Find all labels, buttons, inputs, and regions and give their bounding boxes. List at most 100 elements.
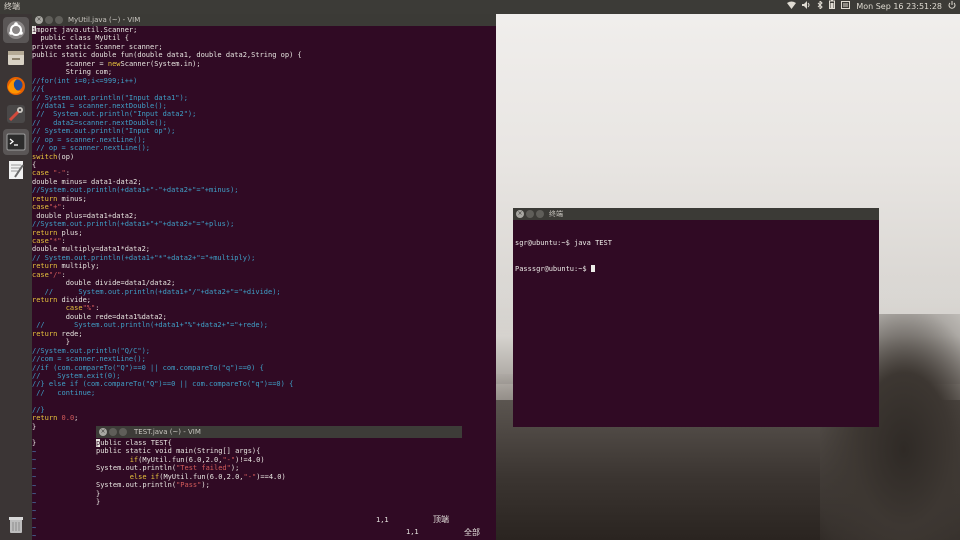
terminal-icon[interactable] bbox=[3, 129, 29, 155]
maximize-button[interactable] bbox=[119, 428, 127, 436]
files-icon[interactable] bbox=[3, 45, 29, 71]
code-line: // System.out.println("Input data1"); bbox=[32, 93, 188, 102]
code-line: double rede=data1%data2; bbox=[32, 312, 167, 321]
code-line: //System.out.println(+data1+"-"+data2+"=… bbox=[32, 186, 239, 195]
close-button[interactable]: × bbox=[35, 16, 43, 24]
volume-icon[interactable] bbox=[802, 0, 811, 14]
terminal-line: sgr@ubuntu:~$ java TEST bbox=[515, 239, 612, 248]
code-line: } bbox=[96, 498, 101, 507]
text-editor-icon[interactable] bbox=[3, 157, 29, 183]
trash-icon[interactable] bbox=[3, 511, 29, 537]
ubuntu-dash-icon[interactable] bbox=[3, 17, 29, 43]
code-line: } bbox=[96, 489, 101, 498]
code-line: public class TEST{ bbox=[96, 439, 172, 447]
terminal-cursor bbox=[590, 264, 595, 272]
terminal-output[interactable]: sgr@ubuntu:~$ java TEST Passsgr@ubuntu:~… bbox=[515, 222, 612, 290]
battery-icon[interactable] bbox=[829, 0, 836, 14]
settings-icon[interactable] bbox=[3, 101, 29, 127]
vim-buffer-test[interactable]: public class TEST{public static void mai… bbox=[96, 439, 286, 507]
code-line: // System.out.println("Input data2"); bbox=[32, 110, 197, 119]
vim-window-myutil-titlebar[interactable]: × MyUtil.java (~) - VIM bbox=[32, 14, 496, 26]
vim-window-test[interactable]: × TEST.java (~) - VIM public class TEST{… bbox=[96, 426, 462, 529]
cursor-position: 1,1 bbox=[376, 516, 389, 524]
terminal-window[interactable]: × 终端 sgr@ubuntu:~$ java TEST Passsgr@ubu… bbox=[513, 208, 879, 427]
close-button[interactable]: × bbox=[516, 210, 524, 218]
code-line: return 0.0; bbox=[32, 414, 79, 423]
code-line: //{ bbox=[32, 85, 45, 94]
code-line: double plus=data1+data2; bbox=[32, 211, 138, 220]
code-line: scanner = newScanner(System.in); bbox=[32, 59, 201, 68]
code-line: public static double fun(double data1, d… bbox=[32, 51, 302, 60]
code-line: // System.out.println(+data1+"%"+data2+"… bbox=[32, 321, 269, 330]
code-line: private static Scanner scanner; bbox=[32, 42, 163, 51]
code-line: case "-": bbox=[32, 169, 70, 178]
input-method-icon[interactable] bbox=[841, 0, 851, 14]
code-line: // data2=scanner.nextDouble(); bbox=[32, 118, 167, 127]
code-line: else if(MyUtil.fun(6.0,2.0,"-")==4.0) bbox=[129, 472, 286, 481]
code-line: //System.out.println(+data1+"+"+data2+"=… bbox=[32, 220, 235, 229]
code-line: { bbox=[32, 161, 37, 169]
code-line: //} else if (com.compareTo("Q")==0 || co… bbox=[32, 380, 294, 389]
code-line: case"/": bbox=[32, 270, 66, 279]
scroll-indicator: 顶端 bbox=[433, 515, 449, 524]
code-line: public static void main(String[] args){ bbox=[96, 447, 261, 456]
code-line: switch(op) bbox=[32, 152, 75, 161]
code-line: case"*": bbox=[32, 236, 66, 245]
network-icon[interactable] bbox=[787, 0, 797, 14]
code-line: case"+": bbox=[32, 203, 66, 212]
code-line: //System.out.println("Q/C"); bbox=[32, 346, 151, 355]
vim-window-test-titlebar[interactable]: × TEST.java (~) - VIM bbox=[96, 426, 462, 438]
window-title: 终端 bbox=[549, 210, 563, 218]
code-line: // System.out.println(+data1+"*"+data2+"… bbox=[32, 253, 256, 262]
code-line: return divide; bbox=[32, 296, 92, 304]
code-line: double divide=data1/data2; bbox=[32, 279, 176, 288]
code-line: import java.util.Scanner; bbox=[32, 26, 138, 34]
code-line: return plus; bbox=[32, 228, 83, 237]
code-line: return rede; bbox=[32, 329, 83, 338]
cursor-position: 1,1 bbox=[406, 528, 419, 536]
active-app-title: 终端 bbox=[4, 2, 20, 11]
code-line: //data1 = scanner.nextDouble(); bbox=[32, 101, 167, 110]
code-line: // System.out.println("Input op"); bbox=[32, 127, 176, 136]
code-line: return multiply; bbox=[32, 262, 100, 271]
system-indicators: Mon Sep 16 23:51:28 bbox=[787, 0, 956, 14]
code-line: // continue; bbox=[32, 388, 96, 397]
power-icon[interactable] bbox=[948, 0, 956, 14]
datetime[interactable]: Mon Sep 16 23:51:28 bbox=[856, 0, 942, 14]
code-line: // System.out.println(+data1+"/"+data2+"… bbox=[32, 287, 281, 296]
code-line: return minus; bbox=[32, 194, 87, 203]
code-line: case"%": bbox=[65, 304, 100, 313]
minimize-button[interactable] bbox=[109, 428, 117, 436]
code-line: //com = scanner.nextLine(); bbox=[32, 355, 146, 364]
maximize-button[interactable] bbox=[536, 210, 544, 218]
code-line: } bbox=[32, 338, 70, 347]
code-line: // System.exit(0); bbox=[32, 371, 121, 380]
maximize-button[interactable] bbox=[55, 16, 63, 24]
code-line: //for(int i=0;i<=999;i++) bbox=[32, 76, 138, 85]
bluetooth-icon[interactable] bbox=[817, 0, 824, 14]
code-line: double minus= data1-data2; bbox=[32, 177, 142, 186]
firefox-icon[interactable] bbox=[3, 73, 29, 99]
minimize-button[interactable] bbox=[526, 210, 534, 218]
code-line: // op = scanner.nextLine(); bbox=[32, 144, 151, 153]
terminal-line: Passsgr@ubuntu:~$ bbox=[515, 264, 612, 273]
window-title: TEST.java (~) - VIM bbox=[134, 428, 201, 436]
code-line: //} bbox=[32, 405, 45, 414]
code-line: System.out.println("Pass"); bbox=[96, 481, 210, 490]
window-title: MyUtil.java (~) - VIM bbox=[68, 16, 141, 24]
code-line: // op = scanner.nextLine(); bbox=[32, 135, 146, 144]
code-line: ~ bbox=[32, 532, 37, 540]
code-line: //if (com.compareTo("Q")==0 || com.compa… bbox=[32, 363, 264, 372]
top-panel: 终端 Mon Sep 16 23:51:28 bbox=[0, 0, 960, 14]
terminal-titlebar[interactable]: × 终端 bbox=[513, 208, 879, 220]
scroll-indicator: 全部 bbox=[464, 528, 480, 537]
code-line: String com; bbox=[32, 68, 113, 77]
code-line: System.out.println("Test failed"); bbox=[96, 464, 240, 473]
code-line: public class MyUtil { bbox=[32, 34, 129, 43]
minimize-button[interactable] bbox=[45, 16, 53, 24]
code-line: double multiply=data1*data2; bbox=[32, 245, 151, 254]
launcher bbox=[0, 14, 32, 540]
close-button[interactable]: × bbox=[99, 428, 107, 436]
code-line: if(MyUtil.fun(6.0,2.0,"-")!=4.0) bbox=[129, 455, 265, 464]
